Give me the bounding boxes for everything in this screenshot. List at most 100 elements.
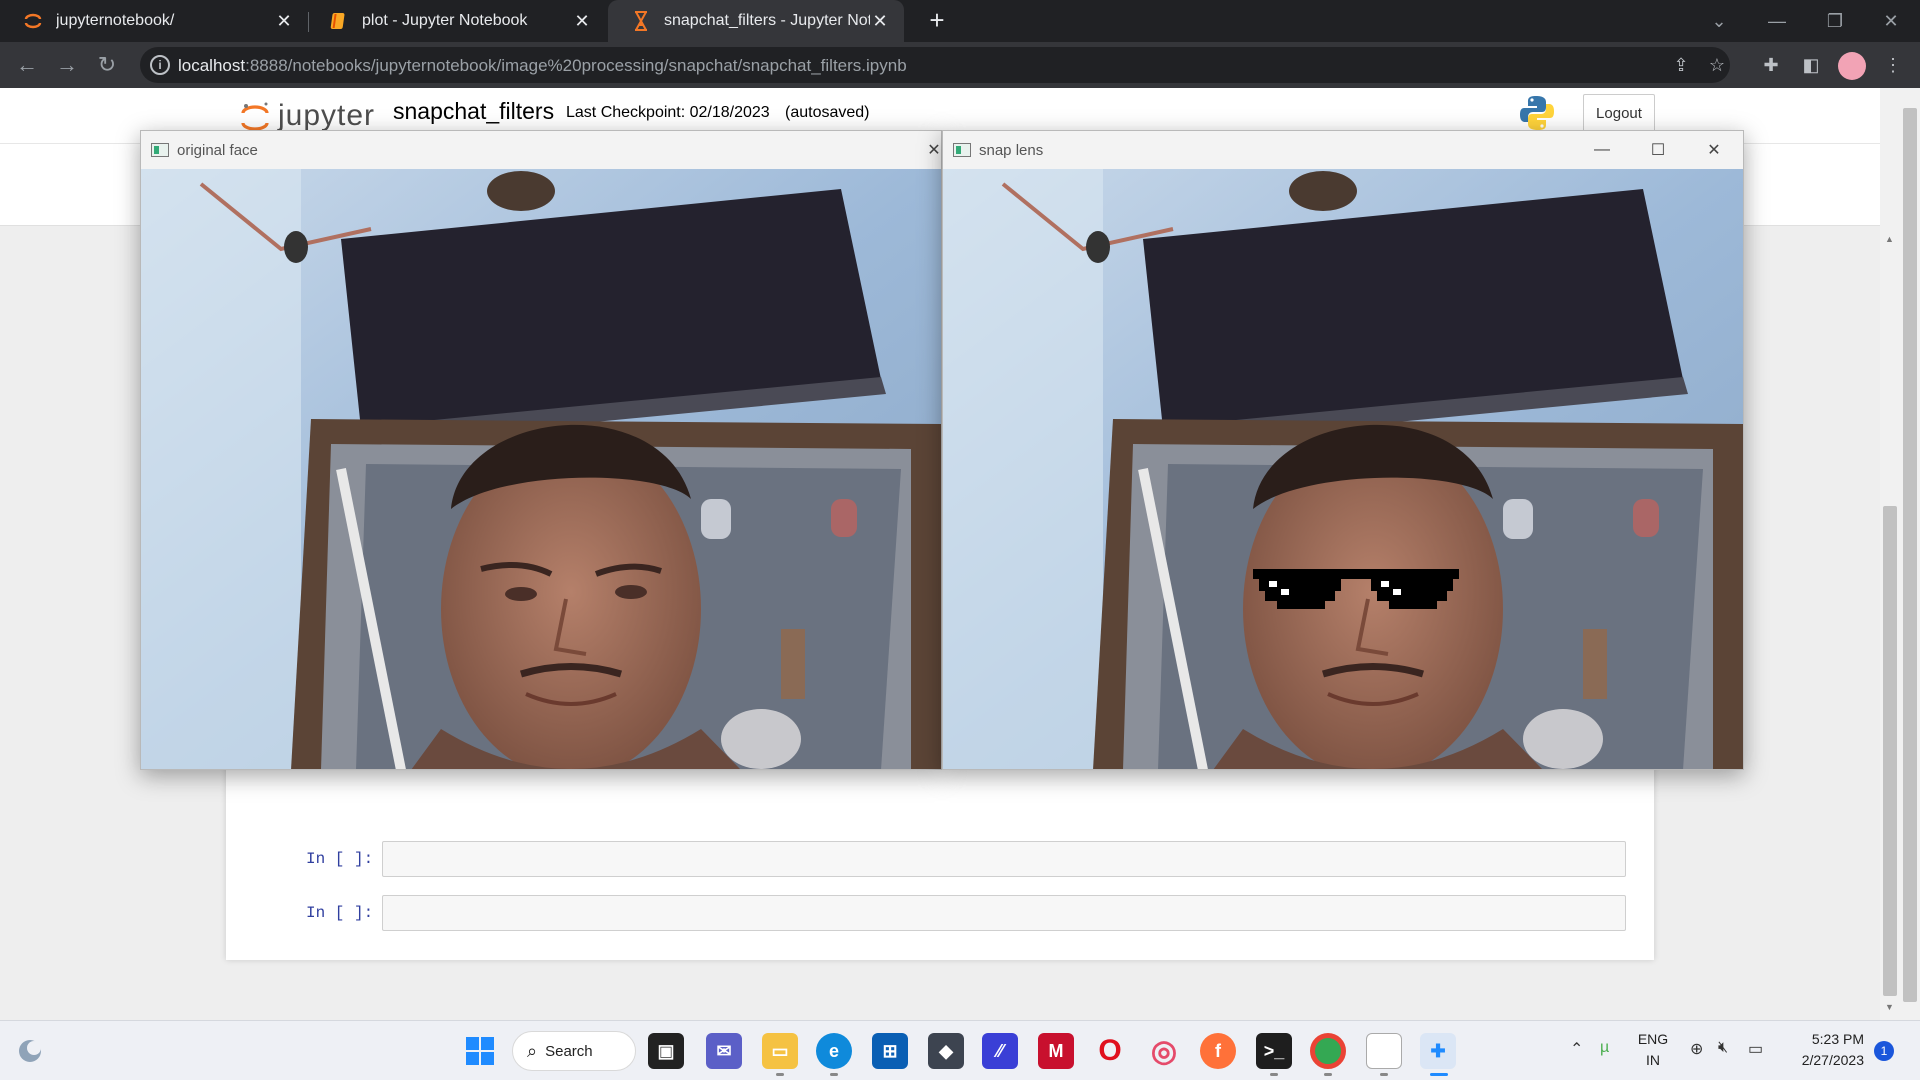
scrollbar-thumb[interactable] <box>1883 506 1897 996</box>
maximize-icon[interactable]: ☐ <box>1635 137 1681 163</box>
active-indicator <box>1430 1073 1448 1076</box>
minimize-button[interactable]: — <box>1748 0 1806 42</box>
chrome-icon[interactable] <box>1310 1033 1346 1069</box>
unity-icon[interactable]: ◆ <box>928 1033 964 1069</box>
notebook-scrollbar[interactable]: ▲ ▼ <box>1880 88 1900 1020</box>
autosave-status: (autosaved) <box>785 104 870 121</box>
task-view-icon[interactable]: ▣ <box>648 1033 684 1069</box>
minimize-icon[interactable]: — <box>1579 137 1625 163</box>
hourglass-icon <box>630 10 652 32</box>
close-icon[interactable]: ✕ <box>911 137 941 163</box>
mcafee-icon[interactable]: M <box>1038 1033 1074 1069</box>
tab-jupyternotebook[interactable]: jupyternotebook/ ✕ <box>0 0 308 42</box>
url-path: :8888/notebooks/jupyternotebook/image%20… <box>245 56 907 75</box>
lang-region: IN <box>1646 1052 1660 1068</box>
window-original-face[interactable]: original face ✕ ☐ <box>140 130 942 770</box>
cell-input[interactable] <box>382 841 1626 877</box>
utorrent-icon[interactable]: µ <box>1600 1039 1609 1057</box>
jupyter-icon <box>22 10 44 32</box>
url-text[interactable]: localhost:8888/notebooks/jupyternotebook… <box>178 56 907 76</box>
store-icon[interactable]: ⊞ <box>872 1033 908 1069</box>
window-title: original face <box>177 142 258 159</box>
battery-icon[interactable]: ▭ <box>1748 1039 1763 1059</box>
forward-arrow-icon[interactable]: → <box>52 50 82 80</box>
tab-title: snapchat_filters - Jupyter Noteb <box>664 12 870 29</box>
cell-prompt: In [ ]: <box>306 850 374 868</box>
running-indicator <box>1324 1073 1332 1076</box>
close-icon[interactable]: ✕ <box>870 11 890 32</box>
clock-date: 2/27/2023 <box>1801 1052 1864 1068</box>
window-titlebar[interactable]: snap lens — ☐ ✕ <box>943 131 1743 169</box>
opera-gx-icon[interactable]: ◎ <box>1146 1033 1182 1069</box>
python-logo-icon <box>1518 94 1556 132</box>
scroll-up-icon[interactable]: ▲ <box>1885 234 1894 244</box>
tab-search-chevron-icon[interactable]: ⌄ <box>1690 0 1748 42</box>
reload-icon[interactable]: ↻ <box>92 50 122 80</box>
file-explorer-icon[interactable]: ▭ <box>762 1033 798 1069</box>
tab-title: jupyternotebook/ <box>56 12 175 29</box>
code-cell: In [ ]: <box>226 894 1654 934</box>
opera-icon[interactable]: O <box>1092 1033 1128 1069</box>
webcam-frame-filtered <box>943 169 1743 769</box>
close-icon[interactable]: ✕ <box>1691 137 1737 163</box>
window-app-icon <box>953 143 971 157</box>
python-app-icon[interactable]: ✚ <box>1420 1033 1456 1069</box>
close-icon[interactable]: ✕ <box>572 11 592 32</box>
close-window-button[interactable]: ✕ <box>1862 0 1920 42</box>
profile-avatar[interactable] <box>1838 52 1866 80</box>
lang-code: ENG <box>1637 1031 1669 1047</box>
menu-icon[interactable]: ⋮ <box>1878 50 1908 80</box>
volume-mute-icon[interactable]: 🔇︎ <box>1718 1039 1728 1057</box>
star-icon[interactable]: ☆ <box>1702 50 1732 80</box>
tab-snapchat-filters[interactable]: snapchat_filters - Jupyter Noteb ✕ <box>608 0 904 42</box>
side-panel-icon[interactable]: ◧ <box>1796 50 1826 80</box>
scrollbar-thumb[interactable] <box>1903 108 1917 1002</box>
search-label: Search <box>545 1042 593 1060</box>
notebook-icon <box>328 10 350 32</box>
address-bar[interactable]: i localhost:8888/notebooks/jupyternotebo… <box>140 47 1730 83</box>
firefox-icon[interactable]: f <box>1200 1033 1236 1069</box>
notepad-icon[interactable] <box>1366 1033 1402 1069</box>
browser-tab-strip: jupyternotebook/ ✕ plot - Jupyter Notebo… <box>0 0 1920 42</box>
logout-button[interactable]: Logout <box>1583 94 1655 132</box>
input-language[interactable]: ENG IN <box>1636 1029 1670 1071</box>
notebook-name[interactable]: snapchat_filters <box>393 98 554 125</box>
tab-plot[interactable]: plot - Jupyter Notebook ✕ <box>306 0 606 42</box>
weather-icon[interactable] <box>12 1033 48 1069</box>
window-snap-lens[interactable]: snap lens — ☐ ✕ <box>942 130 1744 770</box>
site-info-icon[interactable]: i <box>150 55 170 75</box>
cell-prompt: In [ ]: <box>306 904 374 922</box>
network-icon[interactable]: ⊕ <box>1690 1039 1703 1059</box>
chevron-up-icon[interactable]: ⌃ <box>1570 1039 1583 1059</box>
checkpoint-status: Last Checkpoint: 02/18/2023 <box>566 104 770 121</box>
editor-icon[interactable]: ⁄⁄ <box>982 1033 1018 1069</box>
window-titlebar[interactable]: original face ✕ ☐ <box>141 131 941 169</box>
page-scrollbar[interactable] <box>1900 88 1920 1020</box>
jupyter-logo-icon <box>240 101 270 134</box>
jupyter-logo-text: jupyter <box>278 99 376 132</box>
extensions-icon[interactable]: ✚ <box>1756 50 1786 80</box>
start-icon[interactable] <box>462 1033 498 1069</box>
back-arrow-icon[interactable]: ← <box>12 50 42 80</box>
close-icon[interactable]: ✕ <box>274 11 294 32</box>
notification-badge[interactable]: 1 <box>1874 1041 1894 1061</box>
browser-toolbar: ← → ↻ i localhost:8888/notebooks/jupyter… <box>0 42 1920 88</box>
share-icon[interactable]: ⇪ <box>1666 50 1696 80</box>
teams-chat-icon[interactable]: ✉ <box>706 1033 742 1069</box>
url-host: localhost <box>178 56 246 75</box>
running-indicator <box>830 1073 838 1076</box>
code-cell: In [ ]: <box>226 840 1654 880</box>
taskbar: ⌕ Search ▣ ✉ ▭ e ⊞ ◆ ⁄⁄ M O ◎ f >_ ✚ ⌃ µ… <box>0 1020 1920 1080</box>
tab-title: plot - Jupyter Notebook <box>362 12 528 29</box>
search-icon: ⌕ <box>527 1040 538 1061</box>
clock[interactable]: 5:23 PM 2/27/2023 <box>1782 1029 1864 1071</box>
terminal-icon[interactable]: >_ <box>1256 1033 1292 1069</box>
restore-button[interactable]: ❐ <box>1806 0 1864 42</box>
cell-input[interactable] <box>382 895 1626 931</box>
edge-icon[interactable]: e <box>816 1033 852 1069</box>
new-tab-button[interactable]: + <box>922 6 952 36</box>
scroll-down-icon[interactable]: ▼ <box>1885 1002 1894 1012</box>
window-app-icon <box>151 143 169 157</box>
taskbar-search[interactable]: ⌕ Search <box>512 1031 636 1071</box>
clock-time: 5:23 PM <box>1811 1031 1864 1047</box>
